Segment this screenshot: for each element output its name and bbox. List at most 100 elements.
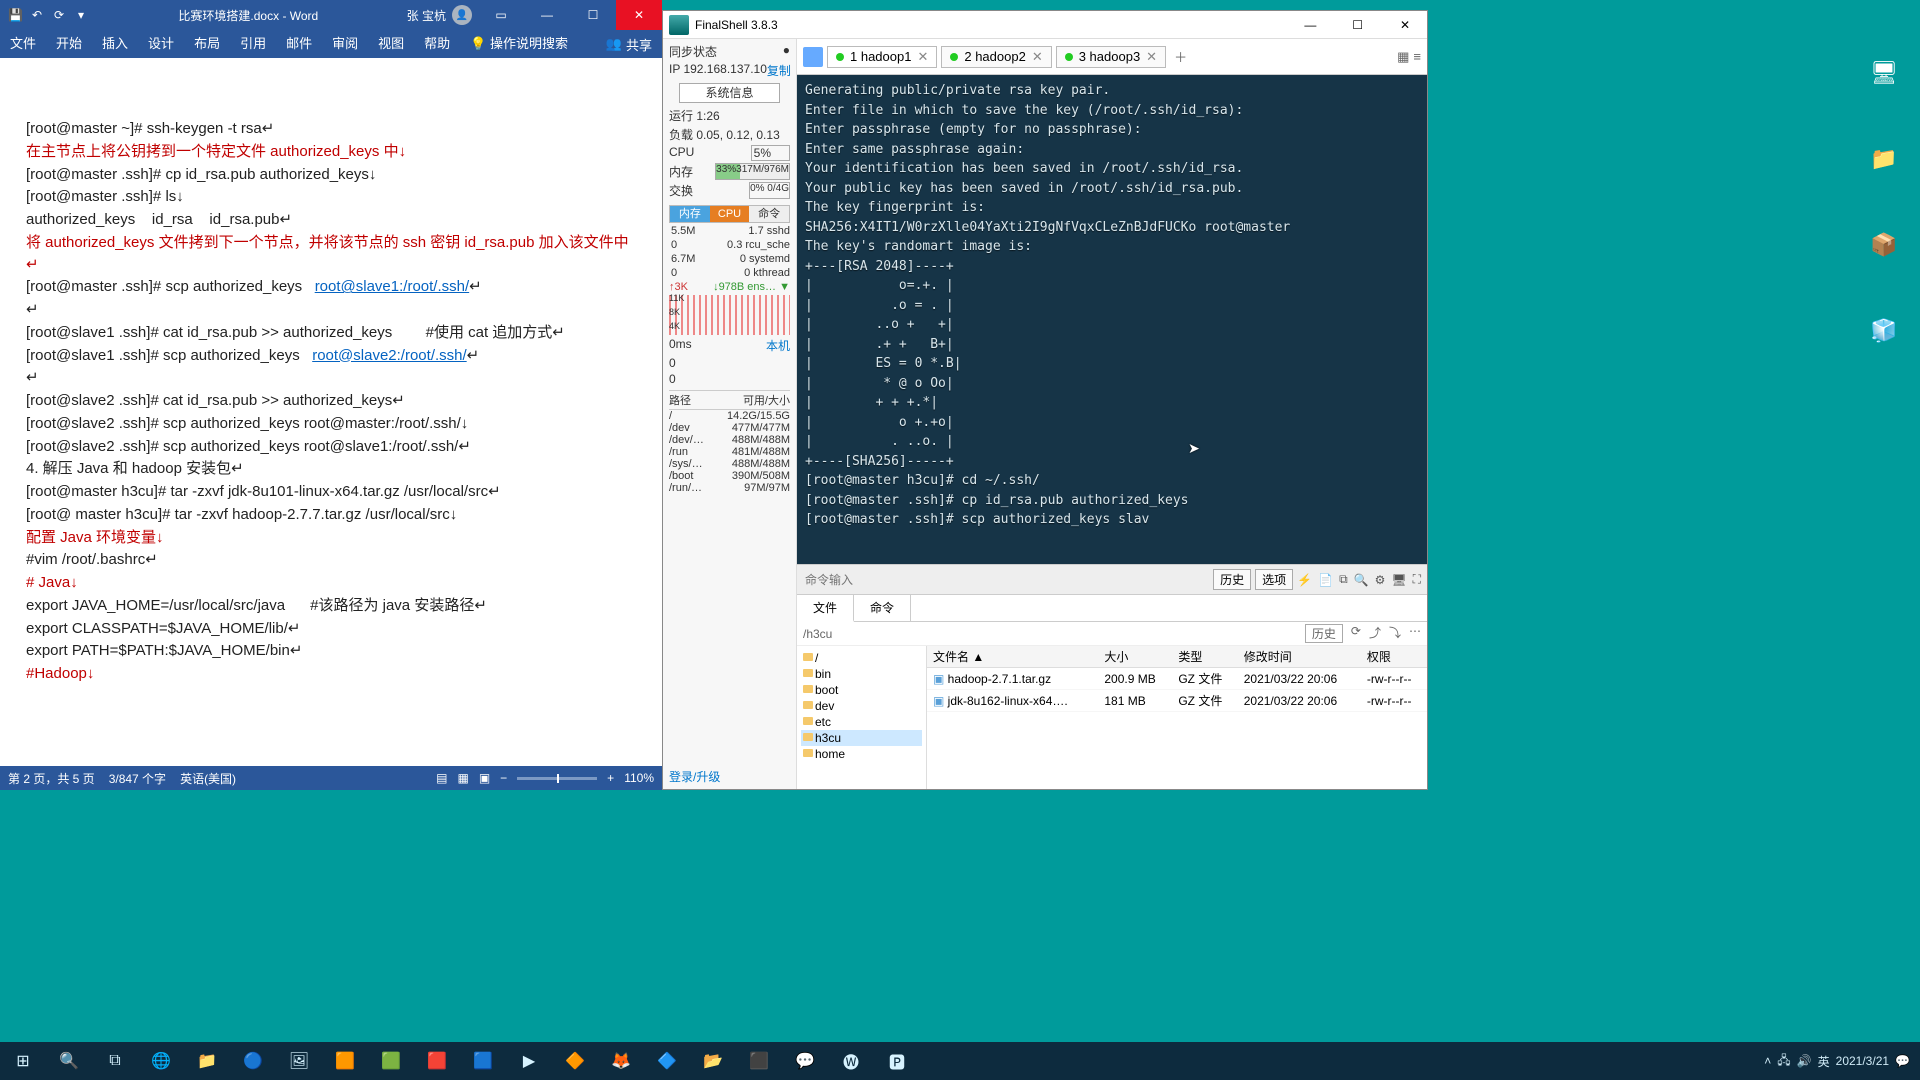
tree-item[interactable]: / bbox=[801, 650, 922, 666]
close-icon[interactable]: ✕ bbox=[1383, 11, 1427, 39]
link[interactable]: root@slave2:/root/.ssh/ bbox=[312, 347, 466, 364]
file-list[interactable]: 文件名 ▲ 大小 类型 修改时间 权限 hadoop-2.7.1.tar.gz … bbox=[927, 646, 1427, 789]
note-icon[interactable]: 📄 bbox=[1318, 573, 1333, 587]
zoom-level[interactable]: 110% bbox=[624, 771, 654, 785]
copy-icon[interactable]: ⧉ bbox=[1339, 572, 1348, 587]
tb-ppt[interactable]: 🅿 bbox=[874, 1042, 920, 1080]
terminal[interactable]: Generating public/private rsa key pair. … bbox=[797, 75, 1427, 564]
ribbon-help[interactable]: 帮助 bbox=[414, 30, 460, 58]
start-button[interactable]: ⊞ bbox=[0, 1042, 46, 1080]
net-dn[interactable]: ↓978B ens… ▼ bbox=[713, 281, 790, 293]
tree-item[interactable]: dev bbox=[801, 698, 922, 714]
command-input[interactable] bbox=[797, 573, 1213, 587]
tree-item[interactable]: boot bbox=[801, 682, 922, 698]
tb-media[interactable]: ▶ bbox=[506, 1042, 552, 1080]
table-row[interactable]: hadoop-2.7.1.tar.gz 200.9 MB GZ 文件 2021/… bbox=[927, 668, 1427, 690]
language[interactable]: 英语(美国) bbox=[180, 770, 236, 787]
ribbon-ref[interactable]: 引用 bbox=[230, 30, 276, 58]
tell-me[interactable]: 💡 操作说明搜索 bbox=[460, 30, 578, 58]
tb-terminal[interactable]: ⬛ bbox=[736, 1042, 782, 1080]
undo-icon[interactable]: ↶ bbox=[30, 8, 44, 22]
tree-item[interactable]: h3cu bbox=[801, 730, 922, 746]
col-mtime[interactable]: 修改时间 bbox=[1238, 646, 1361, 668]
download-icon[interactable]: ⤵ bbox=[1389, 624, 1401, 643]
view-print-icon[interactable]: ▦ bbox=[457, 771, 468, 785]
current-path[interactable]: /h3cu bbox=[803, 627, 832, 641]
zoom-in-icon[interactable]: + bbox=[607, 771, 614, 785]
ribbon-review[interactable]: 审阅 bbox=[322, 30, 368, 58]
tb-edge[interactable]: 🌐 bbox=[138, 1042, 184, 1080]
tb-app[interactable]: 🟧 bbox=[322, 1042, 368, 1080]
ribbon-mail[interactable]: 邮件 bbox=[276, 30, 322, 58]
ime-indicator[interactable]: 英 bbox=[1818, 1053, 1830, 1070]
new-tab-icon[interactable]: ＋ bbox=[1174, 47, 1187, 66]
close-icon[interactable]: ✕ bbox=[616, 0, 662, 30]
tb-explorer-open[interactable]: 📂 bbox=[690, 1042, 736, 1080]
volume-icon[interactable]: 🔊 bbox=[1797, 1054, 1812, 1068]
view-read-icon[interactable]: ▤ bbox=[436, 771, 447, 785]
metric-tabs[interactable]: 内存CPU命令 bbox=[669, 205, 790, 223]
taskview-icon[interactable]: ⧉ bbox=[92, 1042, 138, 1080]
tb-photos[interactable]: 🖼 bbox=[276, 1042, 322, 1080]
search-icon[interactable]: 🔍 bbox=[1354, 573, 1369, 587]
ribbon-design[interactable]: 设计 bbox=[138, 30, 184, 58]
folder-icon[interactable] bbox=[803, 47, 823, 67]
close-tab-icon[interactable]: ✕ bbox=[1032, 49, 1043, 65]
options-button[interactable]: 选项 bbox=[1255, 569, 1293, 590]
maximize-icon[interactable]: ☐ bbox=[1336, 11, 1380, 39]
monitor-icon[interactable]: 🖥 bbox=[1391, 573, 1406, 587]
table-row[interactable]: jdk-8u162-linux-x64…. 181 MB GZ 文件 2021/… bbox=[927, 690, 1427, 712]
grid-view-icon[interactable]: ▦ bbox=[1397, 49, 1409, 65]
tb-app[interactable]: 🟥 bbox=[414, 1042, 460, 1080]
login-link[interactable]: 登录/升级 bbox=[669, 768, 790, 785]
gear-icon[interactable]: ⚙ bbox=[1375, 573, 1386, 587]
notifications-icon[interactable]: 💬 bbox=[1895, 1054, 1910, 1068]
file-tree[interactable]: / bin boot dev etc h3cu home bbox=[797, 646, 927, 789]
sysinfo-button[interactable]: 系统信息 bbox=[679, 83, 780, 103]
tb-wechat[interactable]: 💬 bbox=[782, 1042, 828, 1080]
tree-item[interactable]: etc bbox=[801, 714, 922, 730]
col-type[interactable]: 类型 bbox=[1172, 646, 1237, 668]
view-web-icon[interactable]: ▣ bbox=[479, 771, 490, 785]
tb-app[interactable]: 🔷 bbox=[644, 1042, 690, 1080]
copy-link[interactable]: 复制 bbox=[767, 62, 791, 79]
ribbon-insert[interactable]: 插入 bbox=[92, 30, 138, 58]
tb-chrome[interactable]: 🔵 bbox=[230, 1042, 276, 1080]
tab-hadoop3[interactable]: 3 hadoop3✕ bbox=[1056, 46, 1166, 68]
close-tab-icon[interactable]: ✕ bbox=[1146, 49, 1157, 65]
tb-word[interactable]: 🅦 bbox=[828, 1042, 874, 1080]
close-tab-icon[interactable]: ✕ bbox=[917, 49, 928, 65]
word-count[interactable]: 3/847 个字 bbox=[109, 770, 166, 787]
tree-item[interactable]: bin bbox=[801, 666, 922, 682]
col-name[interactable]: 文件名 ▲ bbox=[927, 646, 1098, 668]
link[interactable]: root@slave1:/root/.ssh/ bbox=[315, 278, 469, 295]
document-body[interactable]: [root@master ~]# ssh-keygen -t rsa↵ 在主节点… bbox=[0, 58, 662, 766]
qat-more-icon[interactable]: ▾ bbox=[74, 8, 88, 22]
tb-explorer[interactable]: 📁 bbox=[184, 1042, 230, 1080]
desktop-icon[interactable]: 🖥 bbox=[1870, 60, 1898, 86]
bolt-icon[interactable]: ⚡ bbox=[1297, 573, 1312, 587]
col-perm[interactable]: 权限 bbox=[1361, 646, 1427, 668]
maximize-icon[interactable]: ☐ bbox=[570, 0, 616, 30]
desktop-icon[interactable]: 📦 bbox=[1870, 232, 1897, 258]
tray-up-icon[interactable]: ˄ bbox=[1764, 1054, 1771, 1068]
network-icon[interactable]: 🖧 bbox=[1777, 1051, 1790, 1072]
system-tray[interactable]: ˄ 🖧 🔊 英 2021/3/21 💬 bbox=[1764, 1051, 1920, 1072]
more-icon[interactable]: ⋯ bbox=[1409, 624, 1421, 643]
tab-hadoop1[interactable]: 1 hadoop1✕ bbox=[827, 46, 937, 68]
page-indicator[interactable]: 第 2 页，共 5 页 bbox=[8, 770, 95, 787]
fullscreen-icon[interactable]: ⛶ bbox=[1413, 572, 1421, 587]
ribbon-opts-icon[interactable]: ▭ bbox=[478, 0, 524, 30]
list-view-icon[interactable]: ≡ bbox=[1413, 49, 1421, 65]
zoom-out-icon[interactable]: − bbox=[500, 771, 507, 785]
clock[interactable]: 2021/3/21 bbox=[1836, 1054, 1889, 1068]
share-button[interactable]: 👥 共享 bbox=[606, 35, 662, 54]
user-area[interactable]: 张 宝杭 👤 bbox=[401, 5, 478, 25]
save-icon[interactable]: 💾 bbox=[8, 8, 22, 22]
history-button[interactable]: 历史 bbox=[1213, 569, 1251, 590]
zoom-slider[interactable] bbox=[517, 777, 597, 780]
tb-app[interactable]: 🟦 bbox=[460, 1042, 506, 1080]
col-size[interactable]: 大小 bbox=[1098, 646, 1172, 668]
ribbon-file[interactable]: 文件 bbox=[0, 30, 46, 58]
desktop-icon[interactable]: 🧊 bbox=[1870, 318, 1897, 344]
